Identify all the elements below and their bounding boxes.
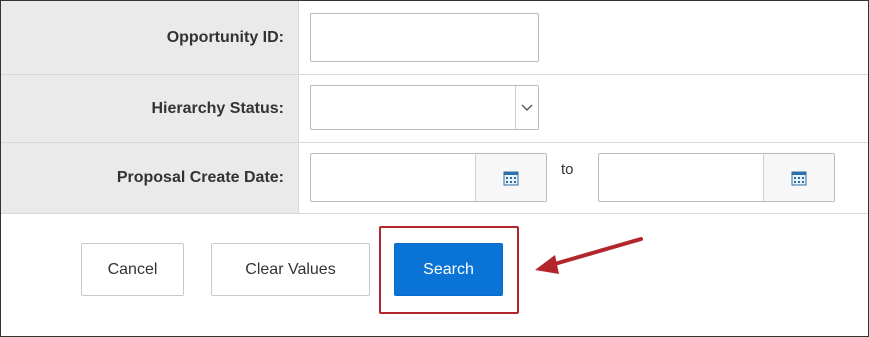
proposal-create-date-label-cell: Proposal Create Date:: [1, 143, 299, 213]
chevron-down-icon[interactable]: [515, 86, 538, 129]
search-button-highlight: [379, 226, 519, 314]
cancel-button[interactable]: Cancel: [81, 243, 184, 296]
calendar-icon[interactable]: [763, 154, 834, 201]
search-form: Opportunity ID: Hierarchy Status: Propos…: [0, 0, 869, 337]
calendar-icon[interactable]: [475, 154, 546, 201]
opportunity-id-input[interactable]: [310, 13, 539, 62]
proposal-create-date-from[interactable]: [310, 153, 547, 202]
hierarchy-status-row: Hierarchy Status:: [1, 75, 868, 143]
hierarchy-status-label-cell: Hierarchy Status:: [1, 75, 299, 142]
date-range-to-label: to: [561, 161, 574, 178]
clear-values-button[interactable]: Clear Values: [211, 243, 370, 296]
arrow-pointer-icon: [535, 237, 643, 274]
opportunity-id-label-cell: Opportunity ID:: [1, 1, 299, 74]
hierarchy-status-label: Hierarchy Status:: [151, 99, 285, 117]
proposal-create-date-row: Proposal Create Date: to: [1, 143, 868, 214]
proposal-create-date-label: Proposal Create Date:: [116, 169, 284, 186]
proposal-create-date-to[interactable]: [598, 153, 835, 202]
opportunity-id-row: Opportunity ID:: [1, 1, 868, 75]
hierarchy-status-select[interactable]: [310, 85, 539, 130]
opportunity-id-label: Opportunity ID:: [166, 28, 284, 46]
